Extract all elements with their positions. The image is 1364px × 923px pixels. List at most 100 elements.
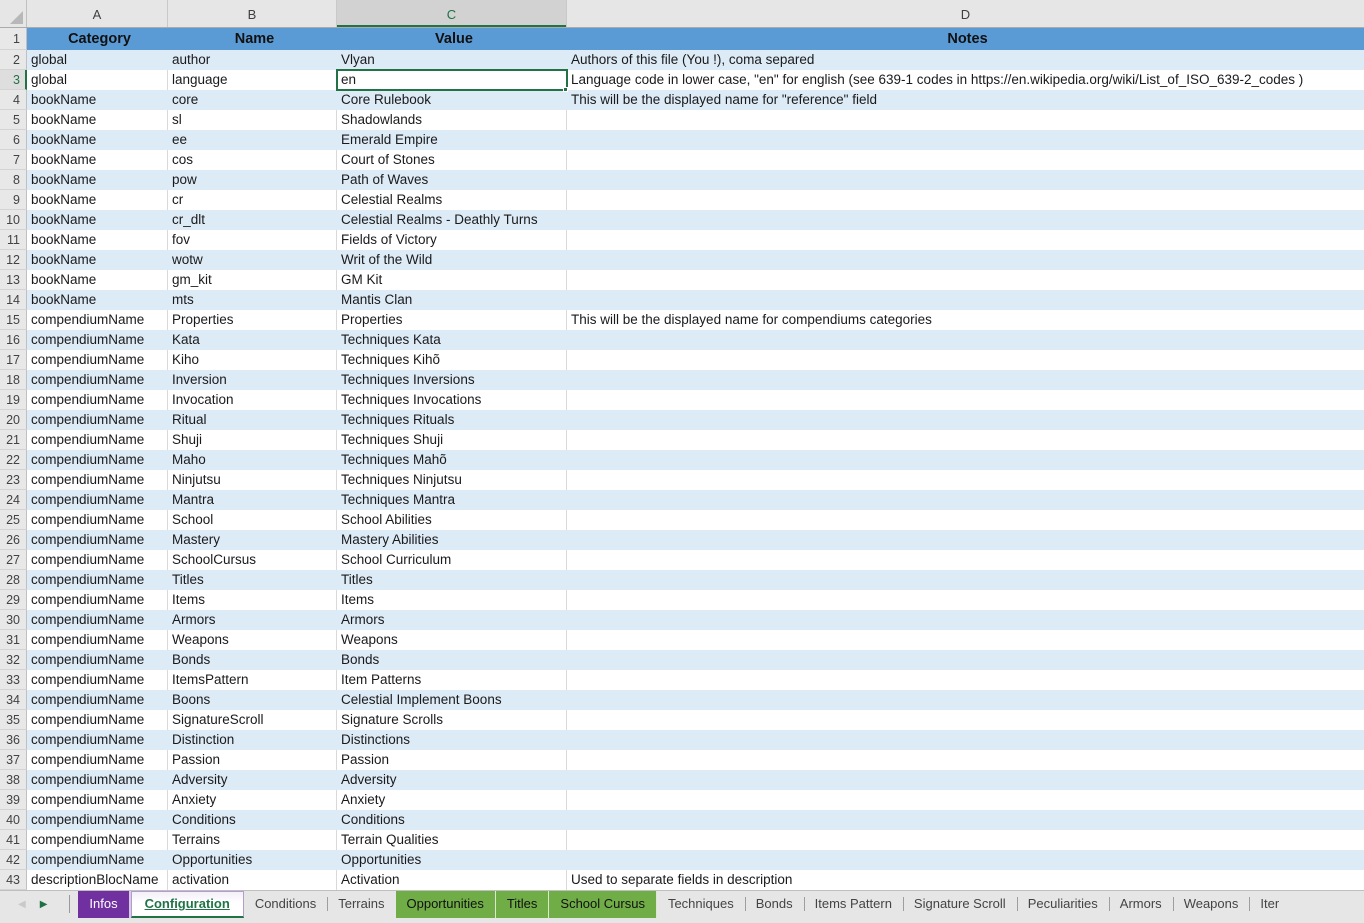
cell-value[interactable]: Court of Stones [337,150,567,170]
cell-name[interactable]: Maho [168,450,337,470]
row-number[interactable]: 8 [0,170,27,190]
sheet-tab-peculiarities[interactable]: Peculiarities [1017,891,1109,918]
cell-notes[interactable] [567,490,1364,510]
cell-notes[interactable] [567,630,1364,650]
cell-category[interactable]: compendiumName [27,350,168,370]
cell-category[interactable]: bookName [27,190,168,210]
cell-category[interactable]: compendiumName [27,770,168,790]
cell-category[interactable]: compendiumName [27,310,168,330]
cell-name[interactable]: Ninjutsu [168,470,337,490]
cell-value[interactable]: Celestial Realms [337,190,567,210]
row-number[interactable]: 24 [0,490,27,510]
cell-notes[interactable] [567,550,1364,570]
row-number[interactable]: 35 [0,710,27,730]
cell-value[interactable]: Shadowlands [337,110,567,130]
row-number[interactable]: 26 [0,530,27,550]
cell-name[interactable]: sl [168,110,337,130]
row-number[interactable]: 3 [0,70,27,90]
cell-category[interactable]: compendiumName [27,390,168,410]
cell-category[interactable]: bookName [27,90,168,110]
header-cell-notes[interactable]: Notes [567,28,1364,50]
cell-notes[interactable] [567,270,1364,290]
cell-category[interactable]: bookName [27,270,168,290]
row-number[interactable]: 40 [0,810,27,830]
cell-value[interactable]: GM Kit [337,270,567,290]
cell-notes[interactable]: This will be the displayed name for "ref… [567,90,1364,110]
cell-name[interactable]: Anxiety [168,790,337,810]
row-number[interactable]: 28 [0,570,27,590]
cell-category[interactable]: compendiumName [27,550,168,570]
row-number[interactable]: 9 [0,190,27,210]
row-number[interactable]: 39 [0,790,27,810]
cell-name[interactable]: Inversion [168,370,337,390]
cell-value[interactable]: Techniques Mahõ [337,450,567,470]
cell-name[interactable]: gm_kit [168,270,337,290]
cell-notes[interactable] [567,350,1364,370]
cell-category[interactable]: compendiumName [27,650,168,670]
column-header-d[interactable]: D [567,0,1364,27]
cell-notes[interactable] [567,430,1364,450]
cell-name[interactable]: Opportunities [168,850,337,870]
cell-category[interactable]: bookName [27,290,168,310]
row-number[interactable]: 15 [0,310,27,330]
cell-notes[interactable] [567,390,1364,410]
cell-value[interactable]: Techniques Rituals [337,410,567,430]
cell-value[interactable]: Techniques Shuji [337,430,567,450]
cell-name[interactable]: mts [168,290,337,310]
cell-name[interactable]: Passion [168,750,337,770]
cell-category[interactable]: compendiumName [27,610,168,630]
cell-value[interactable]: Celestial Realms - Deathly Turns [337,210,567,230]
cell-category[interactable]: compendiumName [27,850,168,870]
cell-category[interactable]: compendiumName [27,750,168,770]
sheet-tab-items-pattern[interactable]: Items Pattern [804,891,903,918]
cell-name[interactable]: Distinction [168,730,337,750]
cell-category[interactable]: compendiumName [27,670,168,690]
row-number[interactable]: 12 [0,250,27,270]
cell-name[interactable]: Titles [168,570,337,590]
cell-notes[interactable] [567,690,1364,710]
row-number[interactable]: 18 [0,370,27,390]
cell-name[interactable]: Bonds [168,650,337,670]
cell-name[interactable]: SchoolCursus [168,550,337,570]
cell-value[interactable]: Techniques Inversions [337,370,567,390]
row-number[interactable]: 22 [0,450,27,470]
cell-name[interactable]: Properties [168,310,337,330]
cell-notes[interactable] [567,770,1364,790]
cell-category[interactable]: global [27,70,168,90]
next-sheet-icon[interactable]: ▶ [40,891,48,918]
column-header-b[interactable]: B [168,0,337,27]
cell-category[interactable]: compendiumName [27,570,168,590]
cell-value[interactable]: Writ of the Wild [337,250,567,270]
cell-category[interactable]: compendiumName [27,810,168,830]
cell-value[interactable]: Weapons [337,630,567,650]
sheet-tab-opportunities[interactable]: Opportunities [396,891,496,918]
cell-name[interactable]: SignatureScroll [168,710,337,730]
cell-name[interactable]: Shuji [168,430,337,450]
row-number[interactable]: 34 [0,690,27,710]
cell-value[interactable]: Opportunities [337,850,567,870]
cell-category[interactable]: bookName [27,230,168,250]
row-number[interactable]: 42 [0,850,27,870]
cell-notes[interactable] [567,650,1364,670]
cell-notes[interactable] [567,830,1364,850]
fill-handle[interactable] [563,87,568,92]
cell-value[interactable]: Techniques Mantra [337,490,567,510]
row-number[interactable]: 23 [0,470,27,490]
cell-category[interactable]: bookName [27,210,168,230]
cell-name[interactable]: Terrains [168,830,337,850]
cell-notes[interactable] [567,410,1364,430]
cell-notes[interactable]: This will be the displayed name for comp… [567,310,1364,330]
cell-name[interactable]: Mastery [168,530,337,550]
cell-value[interactable]: School Abilities [337,510,567,530]
cell-value[interactable]: Bonds [337,650,567,670]
cell-value[interactable]: Techniques Ninjutsu [337,470,567,490]
cell-category[interactable]: bookName [27,110,168,130]
cell-name[interactable]: Adversity [168,770,337,790]
cell-notes[interactable] [567,210,1364,230]
row-number[interactable]: 2 [0,50,27,70]
row-number[interactable]: 11 [0,230,27,250]
sheet-tab-configuration[interactable]: Configuration [131,891,244,918]
cell-notes[interactable] [567,590,1364,610]
row-number[interactable]: 43 [0,870,27,890]
cell-name[interactable]: Invocation [168,390,337,410]
